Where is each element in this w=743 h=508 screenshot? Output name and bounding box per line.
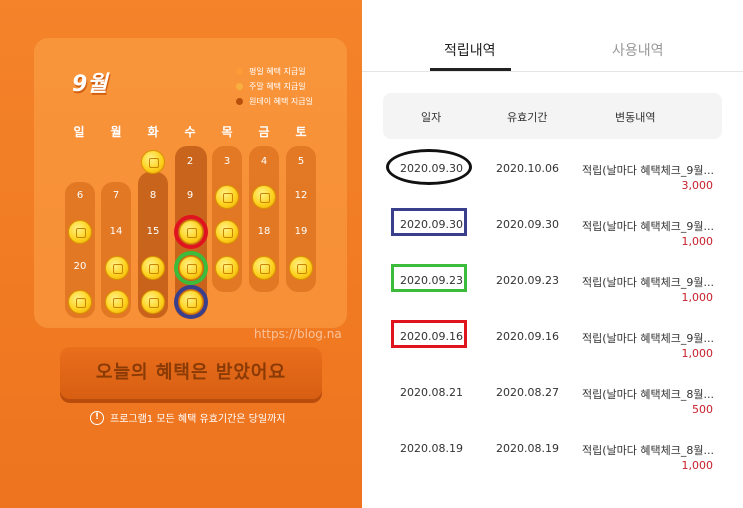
coin-icon: [105, 290, 129, 314]
row-amount: 1,000: [681, 235, 714, 248]
coin-icon: [68, 220, 92, 244]
row-desc: 적립(날마다 혜택체크_9월...: [582, 332, 714, 345]
table-row[interactable]: 2020.08.19 2020.08.19 적립(날마다 혜택체크_8월... …: [362, 438, 743, 494]
table-header: 일자 유효기간 변동내역: [383, 93, 722, 139]
coin-icon: [68, 290, 92, 314]
black-ellipse-annotation: [386, 149, 472, 185]
weekday-fri: 금: [258, 125, 270, 139]
coin-icon: [252, 256, 276, 280]
legend-dot: [236, 83, 243, 90]
coin-icon: [141, 290, 165, 314]
day-15: 15: [146, 226, 160, 237]
month-title: 9월: [72, 72, 108, 97]
row-expiry: 2020.10.06: [496, 162, 559, 175]
row-desc: 적립(날마다 혜택체크_9월...: [582, 164, 714, 177]
day-8: 8: [149, 190, 157, 201]
weekday-tue: 화: [147, 125, 159, 139]
row-date: 2020.08.21: [400, 386, 463, 399]
legend-weekend: 주말 혜택 지급일: [236, 79, 313, 94]
day-9: 9: [186, 190, 194, 201]
row-amount: 1,000: [681, 347, 714, 360]
row-desc: 적립(날마다 혜택체크_9월...: [582, 276, 714, 289]
weekday-wed: 수: [184, 125, 196, 139]
benefit-received-button[interactable]: 오늘의 혜택은 받았어요: [60, 347, 322, 399]
validity-notice: ! 프로그램1 모든 혜택 유효기간은 당일까지: [90, 410, 285, 425]
tab-divider: [362, 71, 743, 72]
header-date: 일자: [421, 111, 442, 124]
table-row[interactable]: 2020.08.21 2020.08.27 적립(날마다 혜택체크_8월... …: [362, 382, 743, 438]
row-date: 2020.08.19: [400, 442, 463, 455]
coin-icon: [289, 256, 313, 280]
day-7: 7: [112, 190, 120, 201]
row-expiry: 2020.09.30: [496, 218, 559, 231]
row-amount: 3,000: [681, 179, 714, 192]
coin-icon: [215, 185, 239, 209]
legend: 평일 혜택 지급일 주말 혜택 지급일 원데이 혜택 지급일: [236, 64, 313, 109]
weekday-sun: 일: [73, 125, 85, 139]
alert-icon: !: [90, 410, 104, 425]
green-circle-annotation: [174, 251, 208, 285]
day-14: 14: [109, 226, 123, 237]
header-expiry: 유효기간: [507, 111, 548, 124]
day-19: 19: [294, 226, 308, 237]
row-expiry: 2020.08.27: [496, 386, 559, 399]
benefit-calendar-panel: 9월 평일 혜택 지급일 주말 혜택 지급일 원데이 혜택 지급일 일 월 화 …: [0, 0, 362, 508]
row-expiry: 2020.09.23: [496, 274, 559, 287]
row-desc: 적립(날마다 혜택체크_9월...: [582, 220, 714, 233]
day-4: 4: [260, 156, 268, 167]
watermark: https://blog.na: [254, 327, 342, 341]
legend-oneday: 원데이 혜택 지급일: [236, 94, 313, 109]
day-12: 12: [294, 190, 308, 201]
row-expiry: 2020.09.16: [496, 330, 559, 343]
row-amount: 1,000: [681, 459, 714, 472]
weekday-mon: 월: [110, 125, 122, 139]
tab-earned[interactable]: 적립내역: [444, 40, 496, 60]
red-circle-annotation: [174, 215, 208, 249]
day-2: 2: [186, 156, 194, 167]
weekday-thu: 목: [221, 125, 233, 139]
navy-box-annotation: [391, 208, 467, 236]
navy-circle-annotation: [174, 285, 208, 319]
weekday-sat: 토: [295, 125, 307, 139]
green-box-annotation: [391, 264, 467, 292]
row-expiry: 2020.08.19: [496, 442, 559, 455]
day-20: 20: [73, 261, 87, 272]
row-amount: 500: [692, 403, 713, 416]
day-3: 3: [223, 156, 231, 167]
coin-icon: [141, 150, 165, 174]
coin-icon: [215, 256, 239, 280]
day-5: 5: [297, 156, 305, 167]
coin-icon: [252, 185, 276, 209]
tab-used[interactable]: 사용내역: [612, 40, 664, 60]
day-18: 18: [257, 226, 271, 237]
history-panel: 적립내역 사용내역 일자 유효기간 변동내역 2020.09.30 2020.1…: [362, 0, 743, 508]
row-desc: 적립(날마다 혜택체크_8월...: [582, 444, 714, 457]
header-change: 변동내역: [615, 111, 656, 124]
red-box-annotation: [391, 320, 467, 348]
legend-dot: [236, 98, 243, 105]
row-desc: 적립(날마다 혜택체크_8월...: [582, 388, 714, 401]
coin-icon: [215, 220, 239, 244]
row-amount: 1,000: [681, 291, 714, 304]
legend-dot: [236, 68, 243, 75]
coin-icon: [141, 256, 165, 280]
legend-weekday: 평일 혜택 지급일: [236, 64, 313, 79]
coin-icon: [105, 256, 129, 280]
day-6: 6: [76, 190, 84, 201]
